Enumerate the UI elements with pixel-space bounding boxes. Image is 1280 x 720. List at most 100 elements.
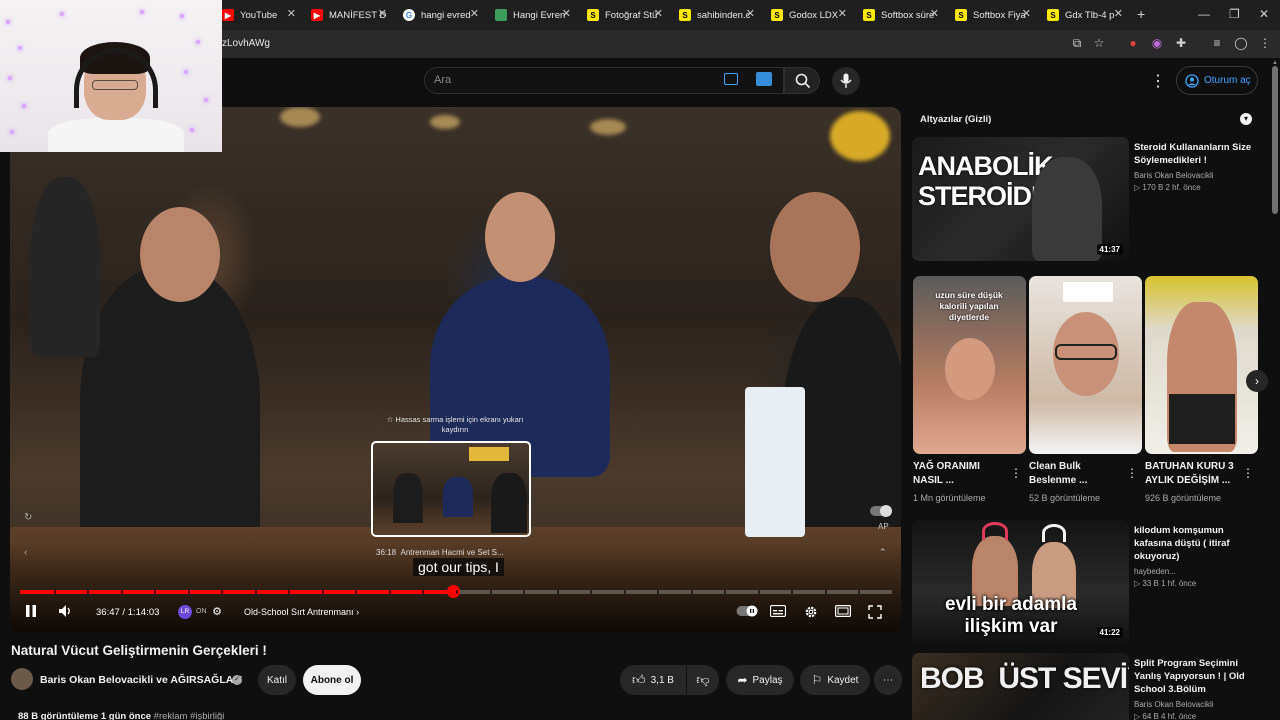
join-button[interactable]: Katıl bbox=[258, 665, 296, 695]
avatar[interactable] bbox=[11, 668, 33, 690]
streamer-glasses bbox=[92, 80, 138, 90]
browser-tab[interactable]: ▶ YouTube ✕ bbox=[222, 4, 296, 26]
browser-tab[interactable]: S Softbox Fiya ✕ bbox=[955, 4, 1031, 26]
share-button[interactable]: ➦ Paylaş bbox=[726, 665, 794, 695]
settings-button[interactable] bbox=[803, 605, 819, 619]
subtitles-button[interactable] bbox=[769, 604, 787, 619]
page-scrollbar[interactable] bbox=[1272, 66, 1278, 214]
browser-tab[interactable]: S sahibinden.c ✕ bbox=[679, 4, 755, 26]
browser-tab[interactable]: S Fotoğraf Stü ✕ bbox=[587, 4, 663, 26]
close-tab-icon[interactable]: ✕ bbox=[746, 7, 755, 20]
recommendation-thumbnail[interactable]: evli bir adamla ilişkim var 41:22 bbox=[912, 520, 1129, 644]
site-icon bbox=[495, 9, 507, 21]
gear-icon[interactable]: ⚙ bbox=[209, 605, 225, 619]
language-reactor-badge[interactable]: LR bbox=[178, 605, 192, 619]
dislike-button[interactable]: 👎︎ bbox=[687, 665, 719, 695]
ceiling-light bbox=[590, 119, 626, 135]
short-thumbnail[interactable] bbox=[1029, 276, 1142, 454]
extensions-puzzle-icon[interactable]: ✚ bbox=[1174, 36, 1188, 50]
more-vertical-icon[interactable]: ⋮ bbox=[1242, 466, 1254, 480]
search-button[interactable] bbox=[784, 67, 820, 94]
autoplay-switch[interactable] bbox=[736, 605, 758, 619]
chapter-marker bbox=[757, 590, 760, 594]
like-button[interactable]: 👍︎ 3,1 B bbox=[620, 665, 686, 695]
browser-tab[interactable]: S Softbox süre ✕ bbox=[863, 4, 939, 26]
recommendation-thumbnail[interactable]: BOB ÜST SEVİYEYE bbox=[912, 653, 1129, 720]
install-app-icon[interactable]: ⧉ bbox=[1070, 36, 1084, 50]
recommendation-channel[interactable]: Baris Okan Belovacikli bbox=[1134, 700, 1254, 709]
browser-tab[interactable]: Hangi Evren ✕ bbox=[495, 4, 571, 26]
recommendation-item[interactable]: BOB ÜST SEVİYEYE Split Program Seçimini … bbox=[912, 653, 1272, 720]
extension-purple-icon[interactable]: ◉ bbox=[1150, 36, 1164, 50]
fullscreen-button[interactable] bbox=[867, 605, 883, 619]
close-tab-icon[interactable]: ✕ bbox=[1022, 7, 1031, 20]
replay-icon[interactable]: ↻ bbox=[24, 512, 32, 523]
close-tab-icon[interactable]: ✕ bbox=[470, 7, 479, 20]
settings-more-icon[interactable]: ⋮ bbox=[1150, 71, 1166, 91]
recommendation-item[interactable]: ANABOLİK STEROİDLER 41:37 Steroid Kullan… bbox=[912, 137, 1272, 267]
recommendation-item[interactable]: evli bir adamla ilişkim var 41:22 kilodu… bbox=[912, 520, 1272, 650]
browser-menu-icon[interactable]: ⋮ bbox=[1258, 36, 1272, 50]
short-thumbnail[interactable] bbox=[1145, 276, 1258, 454]
translate-extension-icon[interactable] bbox=[756, 72, 772, 86]
recommendation-title[interactable]: Split Program Seçimini Yanlış Yapıyorsun… bbox=[1134, 657, 1254, 696]
window-close-icon[interactable]: ✕ bbox=[1259, 7, 1269, 21]
more-actions-button[interactable]: ⋯ bbox=[874, 665, 902, 695]
minimize-icon[interactable]: — bbox=[1198, 7, 1210, 21]
media-control-icon[interactable]: ≡ bbox=[1210, 36, 1224, 50]
close-tab-icon[interactable]: ✕ bbox=[287, 7, 296, 20]
recommendation-channel[interactable]: haybeden... bbox=[1134, 567, 1254, 576]
browser-tab[interactable]: S Godox LDX ✕ bbox=[771, 4, 847, 26]
subtitles-panel-header[interactable]: Altyazılar (Gizli) ▾ bbox=[912, 108, 1260, 130]
chapter-button[interactable]: Old-School Sırt Antrenmanı › bbox=[244, 607, 359, 617]
channel-name[interactable]: Baris Okan Belovacikli ve AĞIRSAĞLAM bbox=[40, 674, 242, 686]
browser-tab[interactable]: S Gdx Tlb-4 p ✕ bbox=[1047, 4, 1123, 26]
signin-button[interactable]: Oturum aç bbox=[1176, 66, 1258, 95]
keyboard-icon[interactable] bbox=[724, 73, 738, 85]
voice-search-button[interactable] bbox=[832, 67, 860, 95]
volume-button[interactable] bbox=[58, 604, 74, 621]
recommendation-channel[interactable]: Baris Okan Belovacikli bbox=[1134, 171, 1254, 180]
recommendation-thumbnail[interactable]: ANABOLİK STEROİDLER 41:37 bbox=[912, 137, 1129, 261]
expand-up-icon[interactable]: ⌃ bbox=[879, 547, 887, 558]
close-tab-icon[interactable]: ✕ bbox=[654, 7, 663, 20]
person-left-head bbox=[140, 207, 220, 302]
short-thumbnail[interactable]: uzun süre düşük kalorili yapılan diyetle… bbox=[913, 276, 1026, 454]
profile-icon[interactable]: ◯ bbox=[1234, 36, 1248, 50]
url-text[interactable]: zLovhAWg bbox=[222, 38, 270, 49]
browser-tab[interactable]: ▶ MANİFEST D ✕ bbox=[311, 4, 387, 26]
more-vertical-icon[interactable]: ⋮ bbox=[1126, 466, 1138, 480]
search-input[interactable]: Ara bbox=[434, 74, 451, 86]
video-player[interactable]: ☆ Hassas sarma işlemi için ekranı yukarı… bbox=[10, 107, 901, 633]
restore-icon[interactable]: ❐ bbox=[1229, 7, 1240, 21]
theater-mode-button[interactable] bbox=[835, 605, 852, 619]
progress-bar[interactable] bbox=[20, 585, 892, 598]
search-icon bbox=[795, 73, 811, 89]
close-tab-icon[interactable]: ✕ bbox=[930, 7, 939, 20]
close-tab-icon[interactable]: ✕ bbox=[838, 7, 847, 20]
recommendation-title[interactable]: kilodum komşumun kafasına düştü ( itiraf… bbox=[1134, 524, 1254, 563]
streamer-shirt bbox=[48, 118, 184, 152]
previous-chapter-icon[interactable]: ‹ bbox=[24, 547, 27, 558]
chapter-marker bbox=[657, 590, 660, 594]
chevron-down-icon[interactable]: ▾ bbox=[1240, 113, 1252, 125]
scroll-up-icon[interactable]: ▲ bbox=[1272, 60, 1278, 66]
chevron-right-icon[interactable]: › bbox=[1246, 370, 1268, 392]
close-tab-icon[interactable]: ✕ bbox=[378, 7, 387, 20]
bookmark-star-icon[interactable]: ☆ bbox=[1092, 36, 1106, 50]
new-tab-icon[interactable]: + bbox=[1137, 6, 1145, 22]
extension-red-icon[interactable]: ● bbox=[1126, 36, 1140, 50]
subscribe-button[interactable]: Abone ol bbox=[303, 665, 361, 695]
pause-button[interactable] bbox=[25, 604, 37, 621]
short-title[interactable]: Clean Bulk Beslenme ... bbox=[1029, 460, 1125, 488]
save-button[interactable]: ⚐ Kaydet bbox=[800, 665, 870, 695]
browser-tab[interactable]: G hangi evred ✕ bbox=[403, 4, 479, 26]
short-title[interactable]: YAĞ ORANIMI NASIL ... bbox=[913, 460, 1009, 488]
recommendation-title[interactable]: Steroid Kullananların Size Söylemedikler… bbox=[1134, 141, 1254, 167]
short-title[interactable]: BATUHAN KURU 3 AYLIK DEĞİŞİM ... bbox=[1145, 460, 1241, 488]
close-tab-icon[interactable]: ✕ bbox=[1114, 7, 1123, 20]
close-tab-icon[interactable]: ✕ bbox=[562, 7, 571, 20]
fairy-light bbox=[140, 10, 144, 14]
more-vertical-icon[interactable]: ⋮ bbox=[1010, 466, 1022, 480]
autoplay-toggle[interactable] bbox=[870, 505, 892, 517]
